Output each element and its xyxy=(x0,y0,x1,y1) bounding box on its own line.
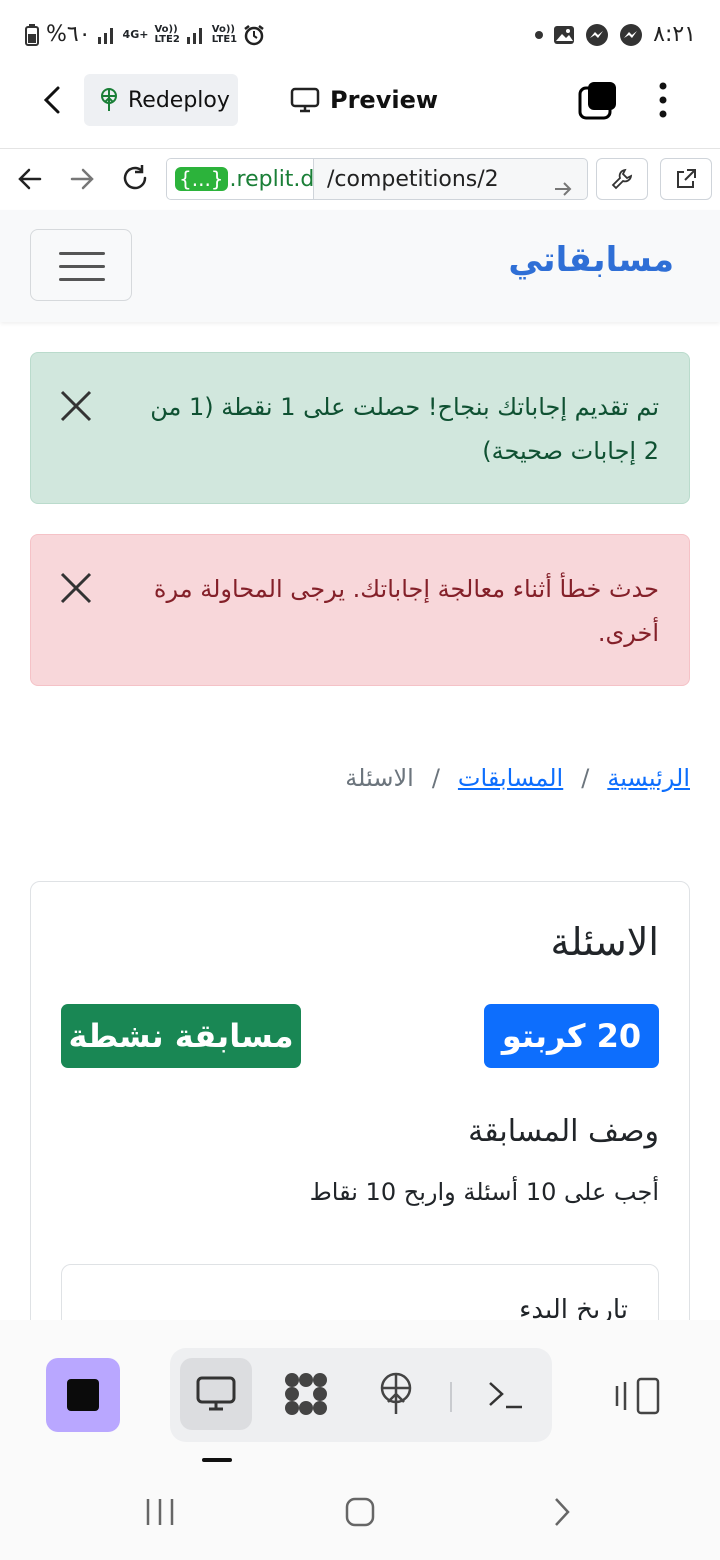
breadcrumb-competitions[interactable]: المسابقات xyxy=(458,764,563,792)
hamburger-line xyxy=(59,278,105,281)
back-arrow-icon[interactable] xyxy=(16,165,44,193)
success-alert-text: تم تقديم إجاباتك بنجاح! حصلت على 1 نقطة … xyxy=(150,393,659,465)
url-toolbar: {...} .replit.de /competitions/2 xyxy=(0,148,720,212)
stop-button[interactable] xyxy=(46,1358,120,1432)
dock-divider xyxy=(450,1382,452,1412)
open-external-button[interactable] xyxy=(660,158,712,200)
card-title: الاسئلة xyxy=(550,920,660,964)
deploy-icon xyxy=(101,88,117,111)
go-arrow-icon[interactable] xyxy=(553,169,573,200)
redeploy-button[interactable]: Redeploy xyxy=(84,74,238,126)
clock: ٨:٢١ xyxy=(653,22,696,47)
breadcrumb-current: الاسئلة xyxy=(345,764,414,792)
hamburger-line xyxy=(59,252,105,255)
battery-percent: %٦٠ xyxy=(46,22,91,47)
description-title: وصف المسابقة xyxy=(468,1114,659,1149)
refresh-icon[interactable] xyxy=(120,163,150,193)
notification-dot xyxy=(535,30,544,39)
desktop-preview-tool[interactable] xyxy=(180,1358,252,1430)
status-badge: مسابقة نشطة xyxy=(61,1004,301,1068)
volte-1: Vo)) LTE1 xyxy=(211,23,238,45)
site-brand[interactable]: مسابقاتي xyxy=(508,240,674,280)
redeploy-label: Redeploy xyxy=(128,87,230,113)
deploy-icon xyxy=(380,1372,412,1414)
recent-apps-icon[interactable] xyxy=(144,1496,176,1528)
network-type: 4G+ xyxy=(122,28,149,41)
error-alert-text: حدث خطأ أثناء معالجة إجاباتك. يرجى المحا… xyxy=(153,575,659,647)
reward-badge: 20 كربتو xyxy=(484,1004,659,1068)
workspace-tool[interactable] xyxy=(270,1358,342,1430)
monitor-icon xyxy=(290,87,320,113)
status-bar: %٦٠ 4G+ Vo)) LTE2 Vo)) LTE1 ٨:٢١ xyxy=(0,0,720,66)
hamburger-line xyxy=(59,265,105,268)
url-field[interactable]: {...} .replit.de /competitions/2 xyxy=(166,158,588,200)
shell-tool[interactable] xyxy=(470,1358,542,1430)
tabs-icon[interactable] xyxy=(578,80,618,120)
menu-toggle-button[interactable] xyxy=(30,229,132,301)
breadcrumb-separator: / xyxy=(431,764,440,792)
site-navbar: مسابقاتي xyxy=(0,210,720,322)
alarm-icon xyxy=(244,24,264,45)
description-text: أجب على 10 أسئلة واربح 10 نقاط xyxy=(309,1178,659,1206)
messenger-icon xyxy=(586,23,609,46)
wrench-icon xyxy=(611,168,633,190)
active-tab-indicator xyxy=(202,1458,232,1462)
competition-card: الاسئلة 20 كربتو مسابقة نشطة وصف المسابق… xyxy=(30,881,690,1384)
home-icon[interactable] xyxy=(344,1496,376,1528)
close-icon[interactable] xyxy=(59,571,93,605)
breadcrumb-home[interactable]: الرئيسية xyxy=(607,764,690,792)
external-link-icon xyxy=(677,169,696,188)
workspace-grid-icon xyxy=(285,1373,327,1415)
dock-tool-group xyxy=(170,1348,552,1442)
messenger-icon-2 xyxy=(620,23,643,46)
split-view-icon[interactable] xyxy=(612,1376,662,1416)
success-alert: تم تقديم إجاباتك بنجاح! حصلت على 1 نقطة … xyxy=(30,352,690,504)
volte-2: Vo)) LTE2 xyxy=(154,23,180,45)
gallery-icon xyxy=(554,25,575,44)
close-icon[interactable] xyxy=(59,389,93,423)
stop-icon xyxy=(67,1379,99,1411)
replit-dock xyxy=(0,1320,720,1466)
more-vertical-icon[interactable] xyxy=(654,82,672,118)
error-alert: حدث خطأ أثناء معالجة إجاباتك. يرجى المحا… xyxy=(30,534,690,686)
breadcrumb: الرئيسية / المسابقات / الاسئلة xyxy=(345,764,690,792)
system-navigation-bar xyxy=(0,1466,720,1560)
signal-icon-2 xyxy=(186,27,202,44)
shell-icon xyxy=(489,1382,522,1409)
battery-icon xyxy=(25,23,39,46)
preview-tab[interactable]: Preview xyxy=(290,74,438,126)
replit-toolbar: Redeploy Preview xyxy=(0,66,720,148)
url-path: /competitions/2 xyxy=(327,166,499,192)
url-domain-pill: {...} xyxy=(175,167,228,191)
signal-icon xyxy=(97,27,113,44)
deploy-tool[interactable] xyxy=(360,1358,432,1430)
forward-arrow-icon[interactable] xyxy=(68,165,96,193)
breadcrumb-separator: / xyxy=(581,764,590,792)
desktop-preview-icon xyxy=(196,1376,236,1411)
url-domain-text: .replit.de xyxy=(229,166,314,192)
url-domain: {...} .replit.de xyxy=(167,159,314,199)
back-icon[interactable] xyxy=(548,1496,576,1528)
devtools-button[interactable] xyxy=(596,158,648,200)
preview-label: Preview xyxy=(330,86,439,114)
back-chevron-icon[interactable] xyxy=(38,84,68,116)
